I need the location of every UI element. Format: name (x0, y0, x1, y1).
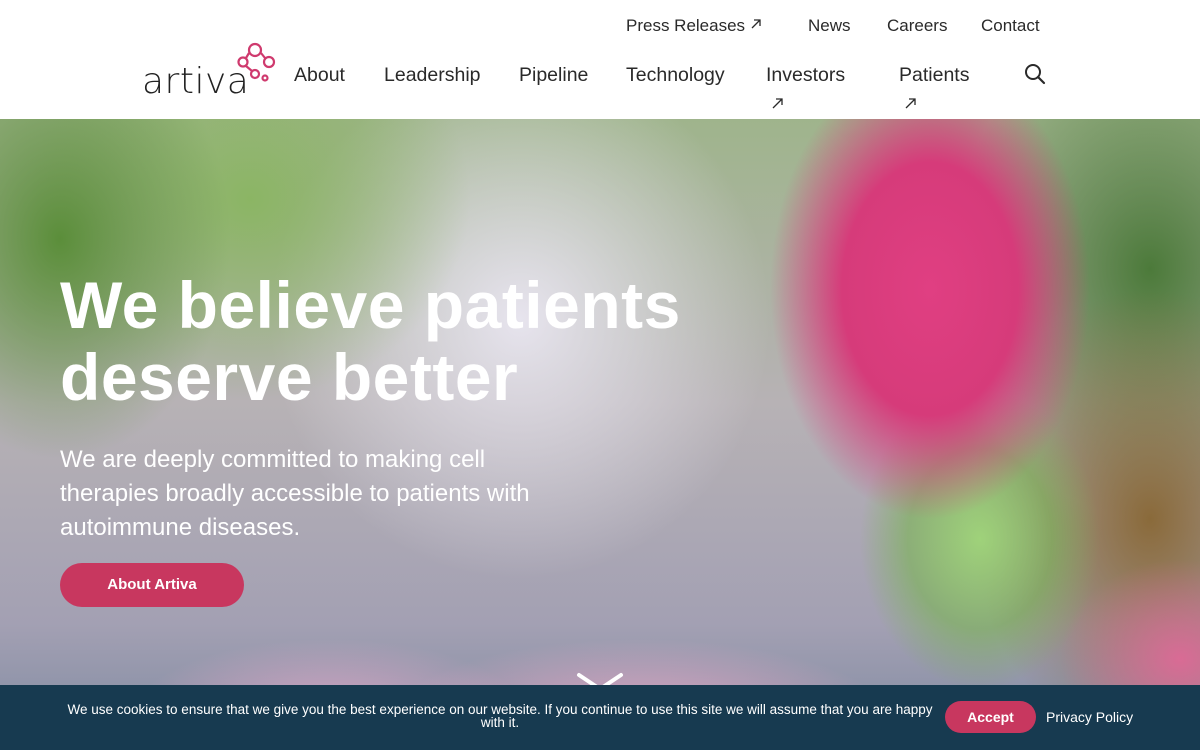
hero-headline: We believe patients deserve better (60, 269, 780, 413)
hero-content: We believe patients deserve better We ar… (60, 269, 780, 545)
external-link-icon (751, 19, 761, 29)
utility-nav: Press Releases News Careers Contact (0, 16, 1200, 38)
nav-contact[interactable]: Contact (981, 16, 1040, 36)
about-artiva-button[interactable]: About Artiva (60, 563, 244, 607)
nav-press-releases-label: Press Releases (626, 16, 746, 35)
nav-leadership[interactable]: Leadership (384, 64, 481, 86)
nav-patients[interactable]: Patients (899, 64, 969, 86)
logo-mark-icon (237, 42, 276, 82)
search-icon[interactable] (1024, 63, 1046, 85)
nav-careers[interactable]: Careers (887, 16, 947, 36)
hero-banner: We believe patients deserve better We ar… (0, 119, 1200, 750)
accept-cookies-button[interactable]: Accept (945, 701, 1036, 733)
hero-headline-line-2: deserve better (60, 340, 519, 414)
site-header: artiva Press Releases News Careers Conta… (0, 0, 1200, 119)
external-link-icon[interactable] (904, 97, 917, 110)
nav-technology[interactable]: Technology (626, 64, 725, 86)
external-link-icon[interactable] (771, 97, 784, 110)
hero-subtext: We are deeply committed to making cell t… (60, 446, 530, 541)
nav-news[interactable]: News (808, 16, 851, 36)
cookie-message: We use cookies to ensure that we give yo… (67, 702, 933, 730)
privacy-policy-link[interactable]: Privacy Policy (1046, 709, 1133, 725)
nav-investors[interactable]: Investors (766, 64, 845, 86)
nav-press-releases[interactable]: Press Releases (626, 16, 762, 36)
nav-pipeline[interactable]: Pipeline (519, 64, 588, 86)
hero-headline-line-1: We believe patients (60, 268, 681, 342)
artiva-logo[interactable]: artiva (142, 42, 282, 102)
nav-about[interactable]: About (294, 64, 345, 86)
cookie-banner: We use cookies to ensure that we give yo… (0, 685, 1200, 750)
